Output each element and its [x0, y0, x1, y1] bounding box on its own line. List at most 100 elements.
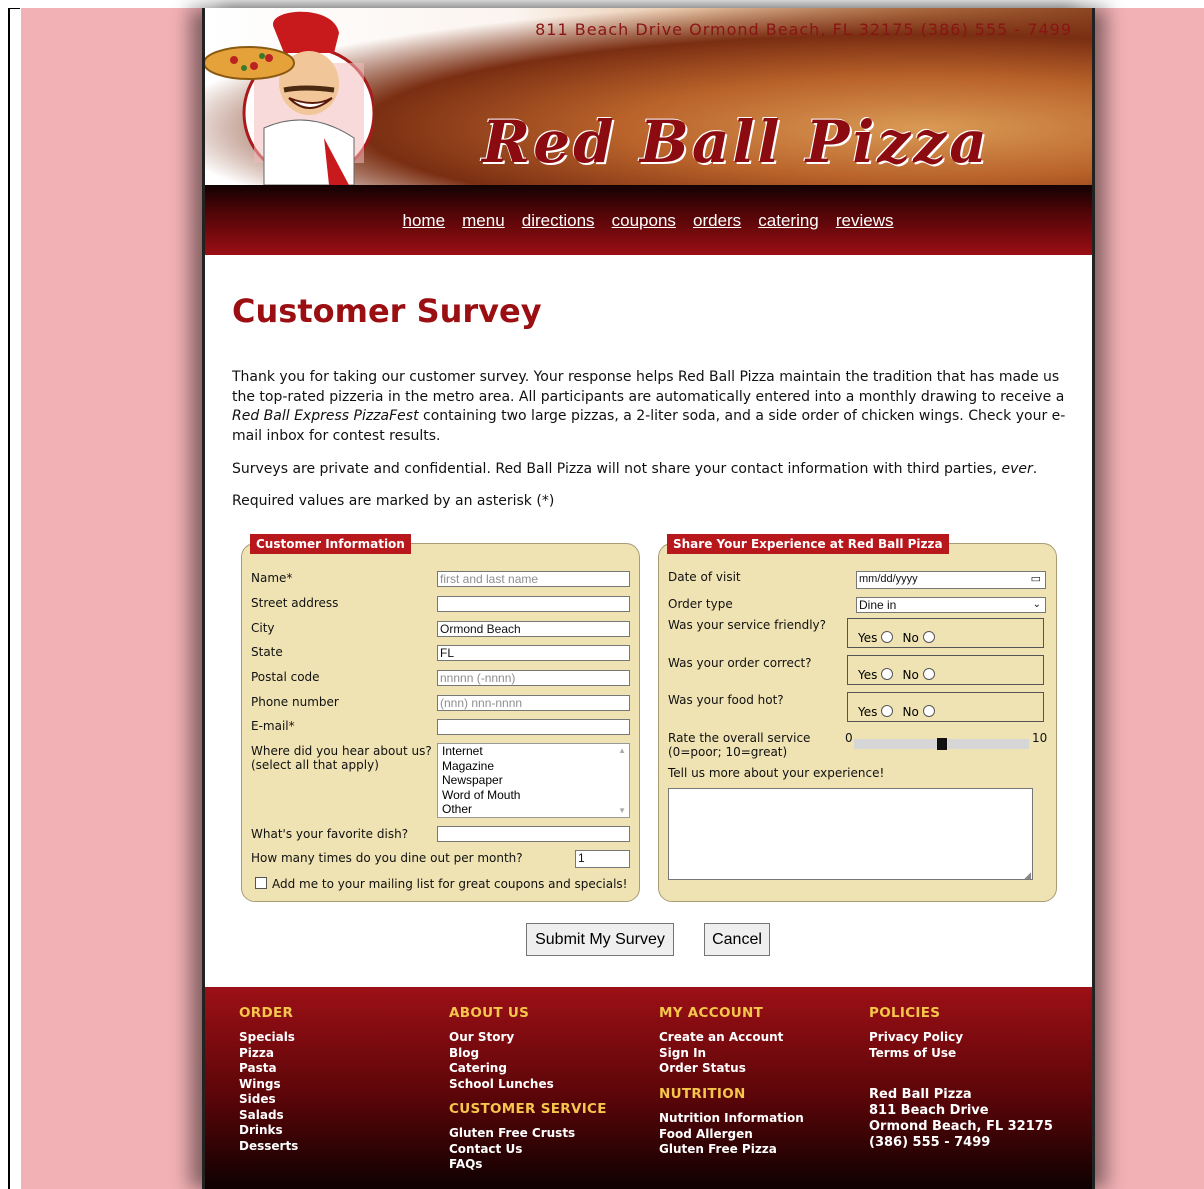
footer-link[interactable]: Specials	[239, 1030, 298, 1046]
dish-input[interactable]	[437, 826, 630, 842]
mailing-checkbox[interactable]	[255, 877, 267, 889]
page-left-edge	[202, 8, 205, 1189]
calendar-icon[interactable]: ▭	[1031, 572, 1041, 587]
hot-no-label: No	[902, 705, 919, 719]
footer-link[interactable]: Create an Account	[659, 1030, 783, 1046]
footer-link[interactable]: Sides	[239, 1092, 298, 1108]
hear-option[interactable]: Newspaper	[438, 773, 629, 788]
experience-textarea[interactable]: ◢	[668, 788, 1033, 881]
correct-no-label: No	[902, 668, 919, 682]
nav-link-coupons[interactable]: coupons	[612, 211, 676, 230]
footer-link[interactable]: Pizza	[239, 1046, 298, 1062]
hot-no-radio[interactable]	[922, 705, 935, 717]
footer-order-heading: ORDER	[239, 1005, 294, 1021]
customer-info-legend: Customer Information	[250, 534, 411, 554]
footer-link[interactable]: Food Allergen	[659, 1127, 804, 1143]
state-input[interactable]: FL	[437, 645, 630, 661]
privacy-emphasis: ever	[1001, 461, 1033, 477]
nav-link-home[interactable]: home	[403, 211, 446, 230]
footer-link[interactable]: School Lunches	[449, 1077, 554, 1093]
nav-link-directions[interactable]: directions	[522, 211, 595, 230]
footer-link[interactable]: Gluten Free Crusts	[449, 1126, 575, 1142]
footer-link[interactable]: Sign In	[659, 1046, 783, 1062]
more-label: Tell us more about your experience!	[668, 766, 885, 780]
page-title: Customer Survey	[232, 292, 542, 330]
footer-account-heading: MY ACCOUNT	[659, 1005, 764, 1021]
hear-option[interactable]: Word of Mouth	[438, 788, 629, 803]
submit-button[interactable]: Submit My Survey	[526, 923, 674, 956]
order-type-value: Dine in	[859, 598, 897, 612]
top-border-line	[8, 8, 20, 9]
experience-fieldset: Share Your Experience at Red Ball Pizza …	[658, 534, 1057, 902]
nav-link-orders[interactable]: orders	[693, 211, 741, 230]
rate-slider-thumb[interactable]	[937, 738, 947, 750]
footer-link[interactable]: Contact Us	[449, 1142, 575, 1158]
footer-link[interactable]: Salads	[239, 1108, 298, 1124]
footer-link[interactable]: Catering	[449, 1061, 554, 1077]
postal-input[interactable]: nnnnn (-nnnn)	[437, 670, 630, 686]
footer-address-line: Ormond Beach, FL 32175	[869, 1119, 1053, 1134]
header-address: 811 Beach Drive Ormond Beach, FL 32175 (…	[535, 20, 1072, 39]
hear-label: Where did you hear about us?	[251, 744, 432, 758]
dish-label: What's your favorite dish?	[251, 827, 409, 841]
friendly-no-radio[interactable]	[922, 631, 935, 643]
friendly-yes-radio[interactable]	[881, 631, 894, 643]
street-input[interactable]	[437, 596, 630, 612]
correct-no-radio[interactable]	[922, 668, 935, 680]
hear-about-select[interactable]: Internet Magazine Newspaper Word of Mout…	[437, 743, 630, 818]
footer-link[interactable]: Pasta	[239, 1061, 298, 1077]
nav-link-catering[interactable]: catering	[758, 211, 818, 230]
hear-option[interactable]: Other	[438, 802, 629, 817]
cancel-button[interactable]: Cancel	[704, 923, 770, 956]
privacy-text-1: Surveys are private and confidential. Re…	[232, 461, 1002, 477]
dine-number-input[interactable]: 1	[575, 850, 630, 868]
footer-link[interactable]: Blog	[449, 1046, 554, 1062]
nav-link-reviews[interactable]: reviews	[836, 211, 894, 230]
left-border-line	[8, 8, 10, 1189]
date-input[interactable]: mm/dd/yyyy ▭	[856, 571, 1046, 589]
order-type-select[interactable]: Dine in ⌄	[856, 597, 1046, 613]
correct-yes-radio[interactable]	[881, 668, 894, 680]
footer-policies-list: Privacy Policy Terms of Use	[869, 1030, 963, 1061]
footer-link[interactable]: Drinks	[239, 1123, 298, 1139]
site-logo-text: Red Ball Pizza	[482, 108, 990, 176]
nav-link-menu[interactable]: menu	[462, 211, 505, 230]
chef-logo-icon	[204, 11, 374, 185]
footer-link[interactable]: Privacy Policy	[869, 1030, 963, 1046]
dine-label: How many times do you dine out per month…	[251, 851, 523, 865]
footer-link[interactable]: Nutrition Information	[659, 1111, 804, 1127]
footer-link[interactable]: Order Status	[659, 1061, 783, 1077]
footer-link[interactable]: Desserts	[239, 1139, 298, 1155]
footer-link[interactable]: Wings	[239, 1077, 298, 1093]
scroll-up-icon[interactable]: ▲	[618, 746, 626, 755]
hot-yes-radio[interactable]	[881, 705, 894, 717]
name-input[interactable]: first and last name	[437, 571, 630, 587]
footer-link[interactable]: FAQs	[449, 1157, 575, 1173]
footer-service-heading: CUSTOMER SERVICE	[449, 1101, 607, 1117]
site-footer: ORDER Specials Pizza Pasta Wings Sides S…	[204, 987, 1092, 1189]
footer-account-list: Create an Account Sign In Order Status	[659, 1030, 783, 1077]
phone-input[interactable]: (nnn) nnn-nnnn	[437, 695, 630, 711]
rate-slider[interactable]	[854, 738, 1029, 750]
friendly-yes-label: Yes	[858, 631, 878, 645]
city-label: City	[251, 621, 275, 635]
correct-radio-group: Yes No	[847, 655, 1044, 685]
footer-link[interactable]: Our Story	[449, 1030, 554, 1046]
hear-option[interactable]: Magazine	[438, 759, 629, 774]
footer-policies-heading: POLICIES	[869, 1005, 941, 1021]
intro-paragraph: Thank you for taking our customer survey…	[232, 368, 1070, 446]
footer-address-line: Red Ball Pizza	[869, 1087, 972, 1102]
footer-address-line: (386) 555 - 7499	[869, 1135, 991, 1150]
friendly-label: Was your service friendly?	[668, 618, 827, 632]
footer-link[interactable]: Gluten Free Pizza	[659, 1142, 804, 1158]
footer-link[interactable]: Terms of Use	[869, 1046, 963, 1062]
city-input[interactable]: Ormond Beach	[437, 621, 630, 637]
footer-address: Red Ball Pizza 811 Beach Drive Ormond Be…	[869, 1087, 1053, 1151]
resize-handle-icon[interactable]: ◢	[1024, 871, 1031, 881]
hear-option[interactable]: Internet	[438, 744, 629, 759]
footer-service-list: Gluten Free Crusts Contact Us FAQs	[449, 1126, 575, 1173]
scroll-down-icon[interactable]: ▼	[618, 806, 626, 815]
friendly-radio-group: Yes No	[847, 618, 1044, 648]
email-input[interactable]	[437, 719, 630, 735]
footer-address-line: 811 Beach Drive	[869, 1103, 989, 1118]
